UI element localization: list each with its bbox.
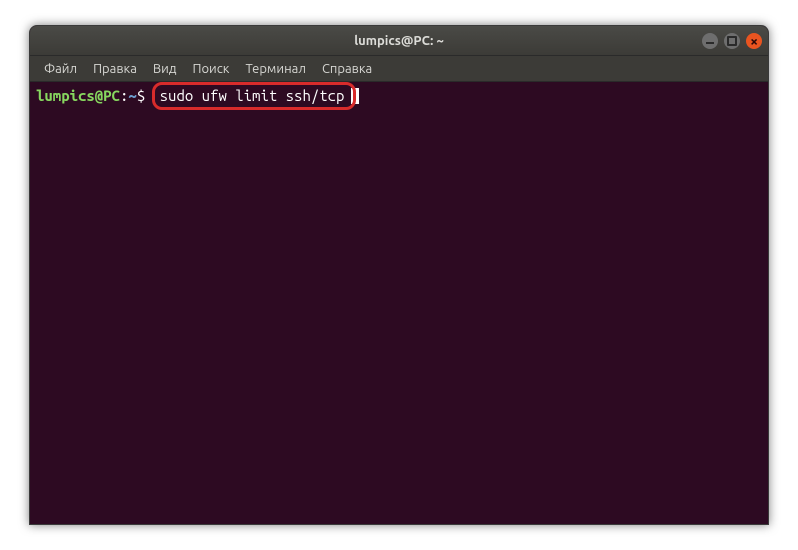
close-button[interactable] (746, 33, 762, 49)
command-highlight: sudo ufw limit ssh/tcp (154, 86, 351, 106)
cursor-icon (351, 88, 359, 104)
menu-terminal[interactable]: Терминал (237, 59, 313, 79)
window-title: lumpics@PC: ~ (354, 34, 444, 48)
prompt-user-host: lumpics@PC (36, 87, 120, 104)
command-text: sudo ufw limit ssh/tcp (160, 87, 345, 104)
maximize-button[interactable] (724, 33, 740, 49)
prompt-symbol: $ (137, 87, 145, 104)
window-controls (702, 33, 762, 49)
prompt-line: lumpics@PC:~$ sudo ufw limit ssh/tcp (36, 86, 762, 106)
menu-help[interactable]: Справка (314, 59, 380, 79)
menubar: Файл Правка Вид Поиск Терминал Справка (30, 56, 768, 82)
terminal-window: lumpics@PC: ~ Файл Правка Вид Поиск Терм… (29, 25, 769, 525)
menu-file[interactable]: Файл (36, 59, 85, 79)
menu-search[interactable]: Поиск (184, 59, 237, 79)
minimize-button[interactable] (702, 33, 718, 49)
titlebar: lumpics@PC: ~ (30, 26, 768, 56)
menu-view[interactable]: Вид (145, 59, 185, 79)
terminal-body[interactable]: lumpics@PC:~$ sudo ufw limit ssh/tcp (30, 82, 768, 524)
prompt-path: ~ (128, 87, 136, 104)
menu-edit[interactable]: Правка (85, 59, 145, 79)
